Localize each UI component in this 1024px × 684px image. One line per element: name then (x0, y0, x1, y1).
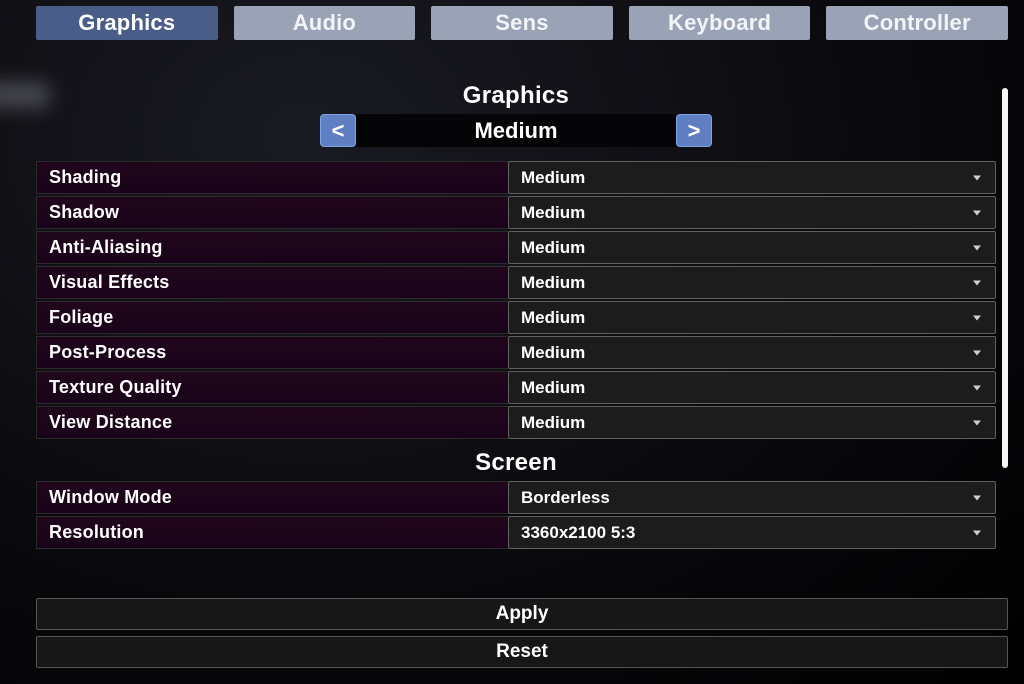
setting-label: Window Mode (36, 481, 508, 514)
setting-dropdown-post-process[interactable]: Medium (508, 336, 996, 369)
setting-label: Resolution (36, 516, 508, 549)
setting-dropdown-shading[interactable]: Medium (508, 161, 996, 194)
setting-label: Post-Process (36, 336, 508, 369)
setting-row-visual-effects: Visual Effects Medium (36, 266, 996, 299)
screen-settings-list: Window Mode Borderless Resolution 3360x2… (36, 481, 996, 549)
dropdown-value: Medium (521, 203, 585, 222)
graphics-settings-list: Shading Medium Shadow Medium Anti-Aliasi… (36, 161, 996, 439)
chevron-down-icon (973, 420, 981, 425)
section-title-graphics: Graphics (36, 82, 996, 110)
setting-dropdown-visual-effects[interactable]: Medium (508, 266, 996, 299)
setting-dropdown-anti-aliasing[interactable]: Medium (508, 231, 996, 264)
chevron-down-icon (973, 315, 981, 320)
setting-label: Shadow (36, 196, 508, 229)
setting-row-foliage: Foliage Medium (36, 301, 996, 334)
dropdown-value: Medium (521, 168, 585, 187)
setting-dropdown-texture-quality[interactable]: Medium (508, 371, 996, 404)
setting-row-shading: Shading Medium (36, 161, 996, 194)
setting-dropdown-foliage[interactable]: Medium (508, 301, 996, 334)
reset-button[interactable]: Reset (36, 636, 1008, 668)
setting-label: View Distance (36, 406, 508, 439)
setting-label: Anti-Aliasing (36, 231, 508, 264)
chevron-down-icon (973, 385, 981, 390)
preset-next-button[interactable]: > (676, 114, 712, 147)
chevron-down-icon (973, 495, 981, 500)
setting-dropdown-window-mode[interactable]: Borderless (508, 481, 996, 514)
dropdown-value: Medium (521, 273, 585, 292)
dropdown-value: 3360x2100 5:3 (521, 523, 635, 542)
setting-row-view-distance: View Distance Medium (36, 406, 996, 439)
chevron-down-icon (973, 245, 981, 250)
apply-button[interactable]: Apply (36, 598, 1008, 630)
preset-value: Medium (356, 114, 676, 147)
setting-row-post-process: Post-Process Medium (36, 336, 996, 369)
tab-bar: Graphics Audio Sens Keyboard Controller (36, 6, 1008, 40)
tab-graphics[interactable]: Graphics (36, 6, 218, 40)
setting-label: Shading (36, 161, 508, 194)
setting-label: Visual Effects (36, 266, 508, 299)
chevron-down-icon (973, 530, 981, 535)
dropdown-value: Medium (521, 238, 585, 257)
setting-row-shadow: Shadow Medium (36, 196, 996, 229)
setting-row-window-mode: Window Mode Borderless (36, 481, 996, 514)
tab-audio[interactable]: Audio (234, 6, 416, 40)
setting-label: Texture Quality (36, 371, 508, 404)
settings-panel: Graphics < Medium > Shading Medium Shado… (36, 82, 996, 576)
dropdown-value: Medium (521, 413, 585, 432)
chevron-down-icon (973, 210, 981, 215)
tab-sens[interactable]: Sens (431, 6, 613, 40)
setting-dropdown-view-distance[interactable]: Medium (508, 406, 996, 439)
setting-dropdown-shadow[interactable]: Medium (508, 196, 996, 229)
footer-buttons: Apply Reset (36, 598, 1008, 668)
setting-row-resolution: Resolution 3360x2100 5:3 (36, 516, 996, 549)
chevron-down-icon (973, 350, 981, 355)
dropdown-value: Borderless (521, 488, 610, 507)
chevron-down-icon (973, 280, 981, 285)
tab-keyboard[interactable]: Keyboard (629, 6, 811, 40)
chevron-down-icon (973, 175, 981, 180)
preset-selector: < Medium > (36, 114, 996, 147)
scrollbar[interactable] (1002, 88, 1008, 468)
setting-label: Foliage (36, 301, 508, 334)
setting-dropdown-resolution[interactable]: 3360x2100 5:3 (508, 516, 996, 549)
dropdown-value: Medium (521, 308, 585, 327)
preset-prev-button[interactable]: < (320, 114, 356, 147)
dropdown-value: Medium (521, 378, 585, 397)
setting-row-anti-aliasing: Anti-Aliasing Medium (36, 231, 996, 264)
tab-controller[interactable]: Controller (826, 6, 1008, 40)
dropdown-value: Medium (521, 343, 585, 362)
section-title-screen: Screen (36, 449, 996, 477)
setting-row-texture-quality: Texture Quality Medium (36, 371, 996, 404)
